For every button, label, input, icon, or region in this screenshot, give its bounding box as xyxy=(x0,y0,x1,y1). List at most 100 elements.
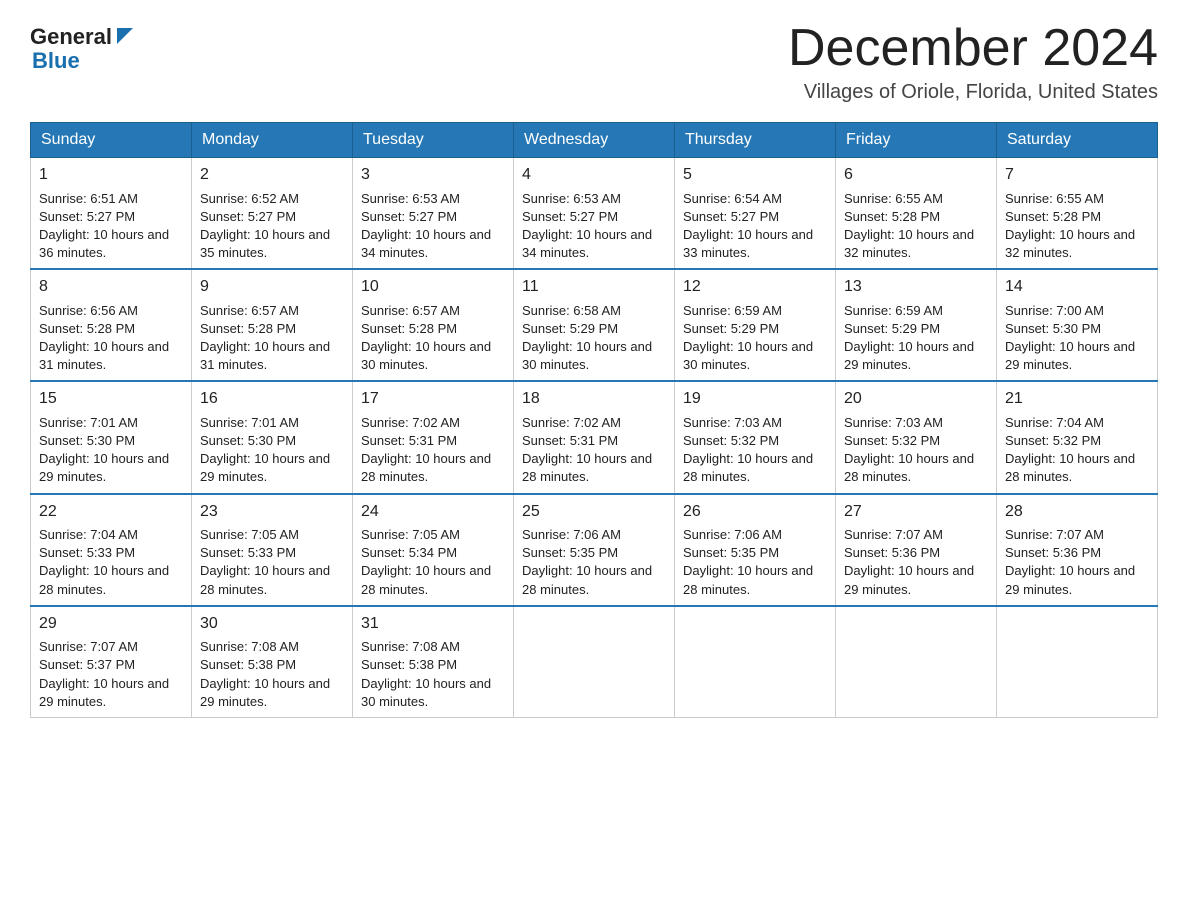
day-number: 3 xyxy=(361,164,505,186)
calendar-table: SundayMondayTuesdayWednesdayThursdayFrid… xyxy=(30,122,1158,718)
day-number: 5 xyxy=(683,164,827,186)
weekday-header-row: SundayMondayTuesdayWednesdayThursdayFrid… xyxy=(31,123,1158,158)
day-number: 27 xyxy=(844,501,988,523)
calendar-cell: 18 Sunrise: 7:02 AM Sunset: 5:31 PM Dayl… xyxy=(514,381,675,493)
day-info: Sunrise: 7:05 AM Sunset: 5:33 PM Dayligh… xyxy=(200,526,344,599)
day-info: Sunrise: 7:06 AM Sunset: 5:35 PM Dayligh… xyxy=(683,526,827,599)
day-number: 26 xyxy=(683,501,827,523)
calendar-cell: 19 Sunrise: 7:03 AM Sunset: 5:32 PM Dayl… xyxy=(675,381,836,493)
calendar-cell: 8 Sunrise: 6:56 AM Sunset: 5:28 PM Dayli… xyxy=(31,269,192,381)
day-number: 29 xyxy=(39,613,183,635)
day-number: 17 xyxy=(361,388,505,410)
day-info: Sunrise: 7:02 AM Sunset: 5:31 PM Dayligh… xyxy=(361,414,505,487)
day-info: Sunrise: 7:03 AM Sunset: 5:32 PM Dayligh… xyxy=(844,414,988,487)
day-info: Sunrise: 6:55 AM Sunset: 5:28 PM Dayligh… xyxy=(844,190,988,263)
subtitle: Villages of Oriole, Florida, United Stat… xyxy=(788,81,1158,104)
day-info: Sunrise: 7:04 AM Sunset: 5:32 PM Dayligh… xyxy=(1005,414,1149,487)
calendar-cell xyxy=(675,606,836,718)
calendar-cell: 24 Sunrise: 7:05 AM Sunset: 5:34 PM Dayl… xyxy=(353,494,514,606)
calendar-cell: 6 Sunrise: 6:55 AM Sunset: 5:28 PM Dayli… xyxy=(836,158,997,270)
day-number: 14 xyxy=(1005,276,1149,298)
day-info: Sunrise: 6:54 AM Sunset: 5:27 PM Dayligh… xyxy=(683,190,827,263)
day-info: Sunrise: 7:05 AM Sunset: 5:34 PM Dayligh… xyxy=(361,526,505,599)
day-number: 18 xyxy=(522,388,666,410)
day-info: Sunrise: 6:53 AM Sunset: 5:27 PM Dayligh… xyxy=(361,190,505,263)
calendar-cell: 25 Sunrise: 7:06 AM Sunset: 5:35 PM Dayl… xyxy=(514,494,675,606)
calendar-cell: 12 Sunrise: 6:59 AM Sunset: 5:29 PM Dayl… xyxy=(675,269,836,381)
calendar-cell: 1 Sunrise: 6:51 AM Sunset: 5:27 PM Dayli… xyxy=(31,158,192,270)
calendar-cell: 29 Sunrise: 7:07 AM Sunset: 5:37 PM Dayl… xyxy=(31,606,192,718)
day-number: 7 xyxy=(1005,164,1149,186)
calendar-week-row: 22 Sunrise: 7:04 AM Sunset: 5:33 PM Dayl… xyxy=(31,494,1158,606)
day-info: Sunrise: 7:02 AM Sunset: 5:31 PM Dayligh… xyxy=(522,414,666,487)
day-info: Sunrise: 7:00 AM Sunset: 5:30 PM Dayligh… xyxy=(1005,302,1149,375)
calendar-cell: 7 Sunrise: 6:55 AM Sunset: 5:28 PM Dayli… xyxy=(997,158,1158,270)
calendar-cell xyxy=(997,606,1158,718)
day-number: 25 xyxy=(522,501,666,523)
calendar-cell: 20 Sunrise: 7:03 AM Sunset: 5:32 PM Dayl… xyxy=(836,381,997,493)
day-number: 9 xyxy=(200,276,344,298)
day-number: 4 xyxy=(522,164,666,186)
day-number: 30 xyxy=(200,613,344,635)
calendar-cell: 23 Sunrise: 7:05 AM Sunset: 5:33 PM Dayl… xyxy=(192,494,353,606)
calendar-week-row: 8 Sunrise: 6:56 AM Sunset: 5:28 PM Dayli… xyxy=(31,269,1158,381)
day-info: Sunrise: 7:01 AM Sunset: 5:30 PM Dayligh… xyxy=(39,414,183,487)
logo-arrow-icon xyxy=(113,24,137,48)
day-number: 10 xyxy=(361,276,505,298)
day-number: 28 xyxy=(1005,501,1149,523)
calendar-cell: 14 Sunrise: 7:00 AM Sunset: 5:30 PM Dayl… xyxy=(997,269,1158,381)
day-number: 19 xyxy=(683,388,827,410)
day-info: Sunrise: 7:08 AM Sunset: 5:38 PM Dayligh… xyxy=(200,638,344,711)
day-info: Sunrise: 6:55 AM Sunset: 5:28 PM Dayligh… xyxy=(1005,190,1149,263)
calendar-cell: 28 Sunrise: 7:07 AM Sunset: 5:36 PM Dayl… xyxy=(997,494,1158,606)
day-number: 22 xyxy=(39,501,183,523)
calendar-cell: 21 Sunrise: 7:04 AM Sunset: 5:32 PM Dayl… xyxy=(997,381,1158,493)
calendar-cell: 27 Sunrise: 7:07 AM Sunset: 5:36 PM Dayl… xyxy=(836,494,997,606)
day-info: Sunrise: 6:57 AM Sunset: 5:28 PM Dayligh… xyxy=(361,302,505,375)
weekday-header-friday: Friday xyxy=(836,123,997,158)
day-info: Sunrise: 7:08 AM Sunset: 5:38 PM Dayligh… xyxy=(361,638,505,711)
calendar-cell xyxy=(514,606,675,718)
month-title: December 2024 xyxy=(788,20,1158,77)
day-info: Sunrise: 6:53 AM Sunset: 5:27 PM Dayligh… xyxy=(522,190,666,263)
day-info: Sunrise: 6:56 AM Sunset: 5:28 PM Dayligh… xyxy=(39,302,183,375)
calendar-cell: 11 Sunrise: 6:58 AM Sunset: 5:29 PM Dayl… xyxy=(514,269,675,381)
day-info: Sunrise: 6:59 AM Sunset: 5:29 PM Dayligh… xyxy=(844,302,988,375)
calendar-cell: 3 Sunrise: 6:53 AM Sunset: 5:27 PM Dayli… xyxy=(353,158,514,270)
day-number: 23 xyxy=(200,501,344,523)
calendar-cell: 15 Sunrise: 7:01 AM Sunset: 5:30 PM Dayl… xyxy=(31,381,192,493)
calendar-cell: 31 Sunrise: 7:08 AM Sunset: 5:38 PM Dayl… xyxy=(353,606,514,718)
calendar-cell: 30 Sunrise: 7:08 AM Sunset: 5:38 PM Dayl… xyxy=(192,606,353,718)
day-number: 21 xyxy=(1005,388,1149,410)
calendar-cell: 10 Sunrise: 6:57 AM Sunset: 5:28 PM Dayl… xyxy=(353,269,514,381)
day-number: 20 xyxy=(844,388,988,410)
calendar-cell: 17 Sunrise: 7:02 AM Sunset: 5:31 PM Dayl… xyxy=(353,381,514,493)
weekday-header-monday: Monday xyxy=(192,123,353,158)
day-info: Sunrise: 7:07 AM Sunset: 5:36 PM Dayligh… xyxy=(844,526,988,599)
day-number: 31 xyxy=(361,613,505,635)
day-info: Sunrise: 7:01 AM Sunset: 5:30 PM Dayligh… xyxy=(200,414,344,487)
logo-general: General xyxy=(30,26,112,48)
day-info: Sunrise: 6:51 AM Sunset: 5:27 PM Dayligh… xyxy=(39,190,183,263)
weekday-header-wednesday: Wednesday xyxy=(514,123,675,158)
logo-blue: Blue xyxy=(30,50,80,72)
calendar-cell xyxy=(836,606,997,718)
day-info: Sunrise: 6:59 AM Sunset: 5:29 PM Dayligh… xyxy=(683,302,827,375)
weekday-header-sunday: Sunday xyxy=(31,123,192,158)
logo: General Blue xyxy=(30,20,137,72)
day-number: 6 xyxy=(844,164,988,186)
calendar-cell: 16 Sunrise: 7:01 AM Sunset: 5:30 PM Dayl… xyxy=(192,381,353,493)
day-info: Sunrise: 7:03 AM Sunset: 5:32 PM Dayligh… xyxy=(683,414,827,487)
day-number: 16 xyxy=(200,388,344,410)
day-info: Sunrise: 7:07 AM Sunset: 5:37 PM Dayligh… xyxy=(39,638,183,711)
weekday-header-thursday: Thursday xyxy=(675,123,836,158)
day-number: 12 xyxy=(683,276,827,298)
day-info: Sunrise: 6:52 AM Sunset: 5:27 PM Dayligh… xyxy=(200,190,344,263)
page-header: General Blue December 2024 Villages of O… xyxy=(30,20,1158,104)
day-info: Sunrise: 7:07 AM Sunset: 5:36 PM Dayligh… xyxy=(1005,526,1149,599)
calendar-cell: 2 Sunrise: 6:52 AM Sunset: 5:27 PM Dayli… xyxy=(192,158,353,270)
calendar-week-row: 1 Sunrise: 6:51 AM Sunset: 5:27 PM Dayli… xyxy=(31,158,1158,270)
weekday-header-tuesday: Tuesday xyxy=(353,123,514,158)
day-number: 11 xyxy=(522,276,666,298)
day-info: Sunrise: 6:58 AM Sunset: 5:29 PM Dayligh… xyxy=(522,302,666,375)
